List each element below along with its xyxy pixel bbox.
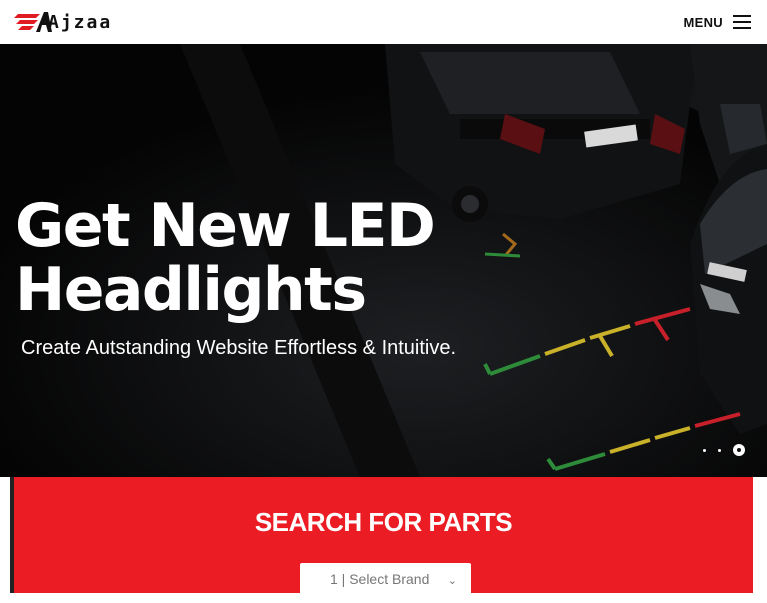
search-parts-title: SEARCH FOR PARTS [254,507,513,537]
chevron-down-icon: ⌄ [447,574,457,587]
hero-slider: Get New LED Headlights Create Autstandin… [0,44,767,477]
top-navigation-bar: Ajzaa MENU [0,0,767,44]
logo-text: Ajzaa [48,12,113,33]
slider-dot-2[interactable] [718,448,721,452]
menu-toggle-button[interactable]: MENU [684,10,751,34]
slider-dot-1[interactable] [703,448,706,452]
brand-select-value: 1 | Select Brand [330,571,430,587]
slider-dot-3-active[interactable] [733,444,745,456]
hero-title: Get New LED Headlights [15,191,436,325]
search-parts-panel: SEARCH FOR PARTS 1 | Select Brand ⌄ [10,477,753,603]
hamburger-icon [733,15,751,29]
hero-title-line-1: Get New LED [15,191,436,261]
site-logo[interactable]: Ajzaa [14,8,110,36]
hero-subtitle: Create Autstanding Website Effortless & … [21,337,457,359]
brand-select[interactable]: 1 | Select Brand ⌄ [300,563,471,603]
menu-label: MENU [683,14,723,30]
hero-title-line-2: Headlights [15,255,367,325]
slider-pagination [703,444,745,456]
